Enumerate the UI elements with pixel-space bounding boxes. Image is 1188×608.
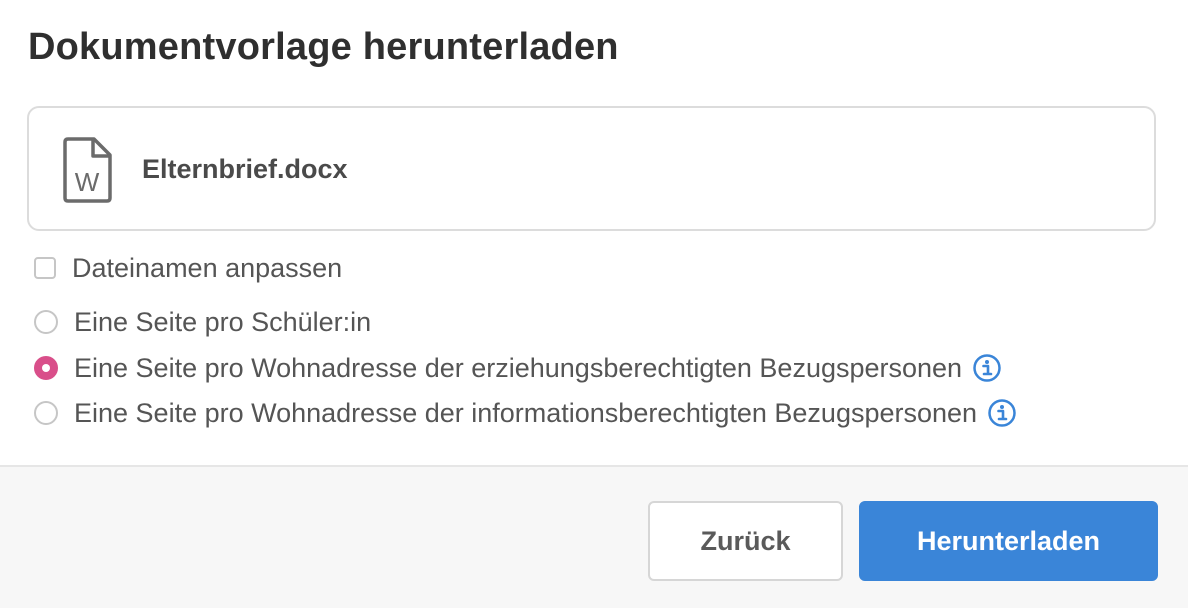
svg-text:W: W [75,167,100,197]
radio-per-guardian-address-label: Eine Seite pro Wohnadresse der erziehung… [74,352,963,383]
radio-option-per-informed-address[interactable]: Eine Seite pro Wohnadresse der informati… [34,397,1017,429]
radio-per-informed-address-label: Eine Seite pro Wohnadresse der informati… [74,397,978,428]
file-card: W Elternbrief.docx [27,106,1156,231]
file-name: Elternbrief.docx [142,154,348,184]
rename-file-checkbox[interactable] [34,257,56,279]
radio-per-informed-address[interactable] [34,401,58,425]
radio-per-student-label: Eine Seite pro Schüler:in [74,306,372,337]
radio-per-guardian-address[interactable] [34,356,58,380]
radio-option-per-student[interactable]: Eine Seite pro Schüler:in [34,306,371,338]
rename-file-option[interactable]: Dateinamen anpassen [34,252,342,284]
info-icon[interactable] [972,353,1002,383]
dialog-title: Dokumentvorlage herunterladen [28,26,619,68]
rename-file-label: Dateinamen anpassen [72,252,343,283]
radio-per-student[interactable] [34,310,58,334]
download-template-dialog: Dokumentvorlage herunterladen W Elternbr… [0,0,1188,608]
back-button[interactable]: Zurück [648,501,843,581]
dialog-footer: Zurück Herunterladen [0,465,1188,608]
download-button[interactable]: Herunterladen [859,501,1158,581]
info-icon[interactable] [987,398,1017,428]
radio-option-per-guardian-address[interactable]: Eine Seite pro Wohnadresse der erziehung… [34,352,1002,384]
word-document-icon: W [63,137,112,203]
